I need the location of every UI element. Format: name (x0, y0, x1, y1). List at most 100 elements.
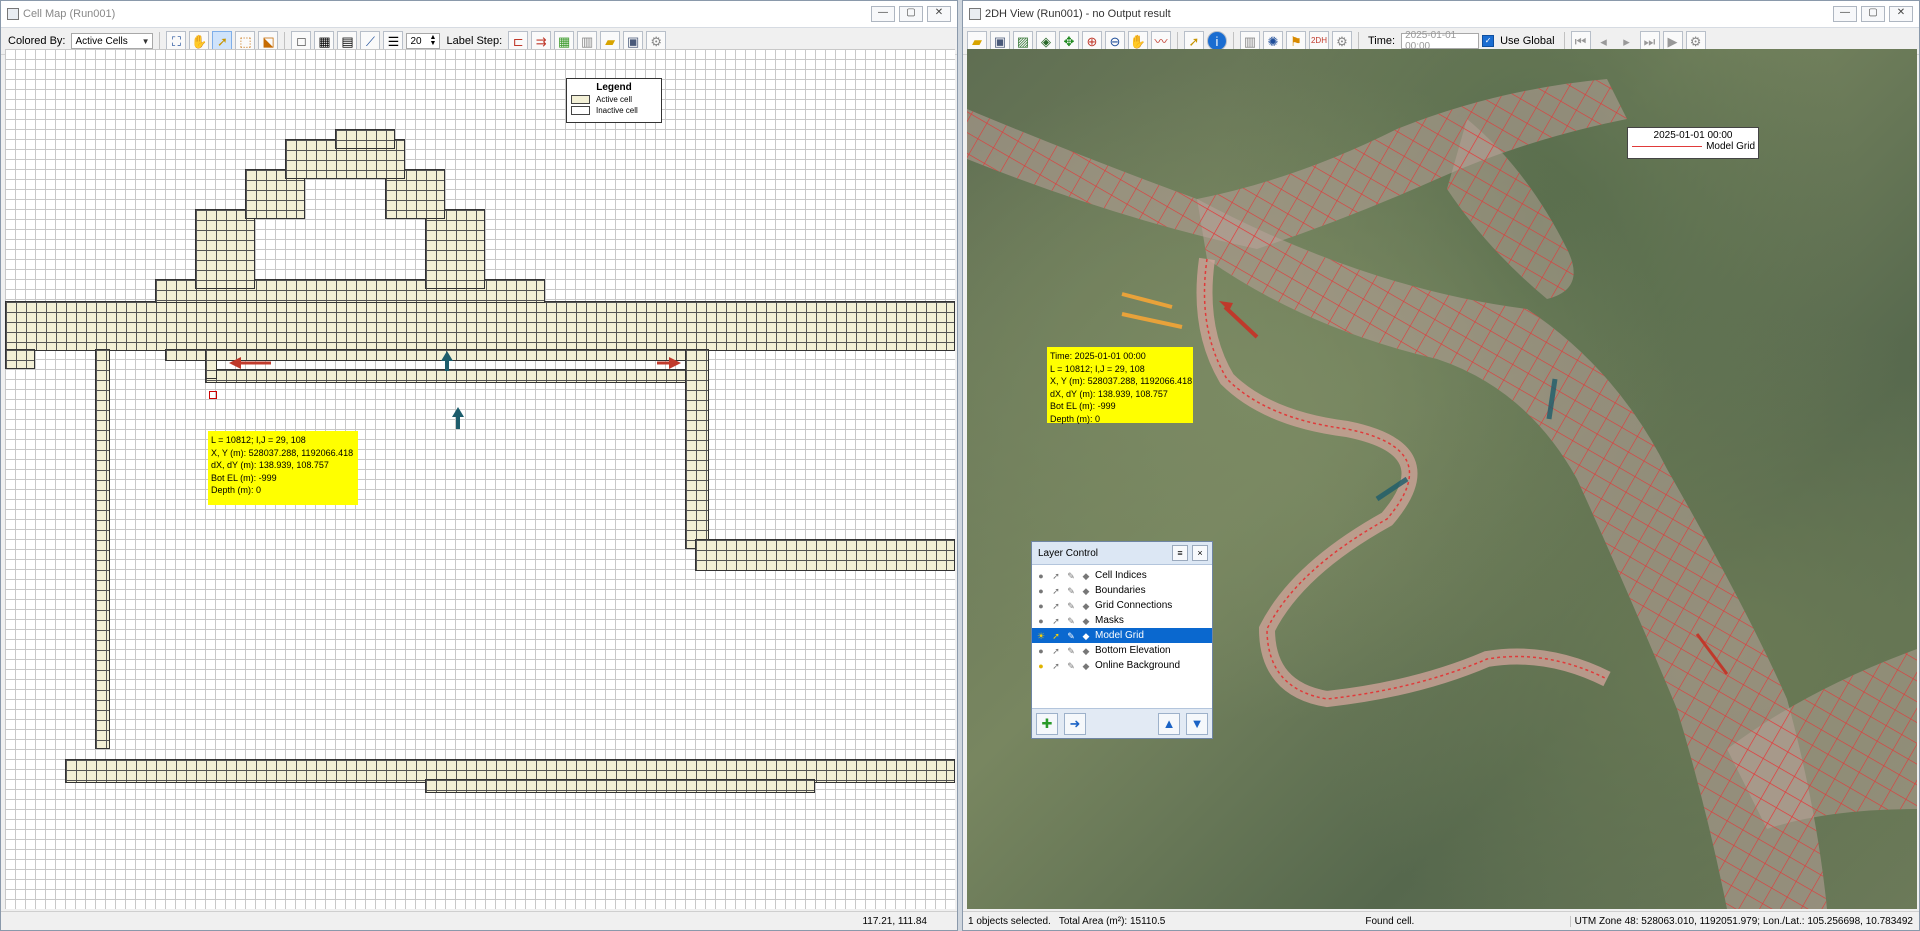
select-region-icon[interactable]: ⬕ (258, 31, 279, 51)
save-icon[interactable]: ▣ (623, 31, 644, 51)
signpost-icon[interactable]: ⚑ (1286, 31, 1306, 51)
gear-icon[interactable]: ⚙ (1332, 31, 1352, 51)
zoom-extents-icon[interactable]: ✥ (1059, 31, 1079, 51)
import-layer-icon[interactable]: ➜ (1064, 712, 1086, 735)
open-folder-icon[interactable]: ▰ (967, 31, 987, 51)
bulb-on-icon[interactable]: ● (1035, 660, 1047, 672)
pan-hand-icon[interactable]: ✋ (1128, 31, 1148, 51)
play-icon[interactable]: ▶ (1662, 31, 1683, 51)
layer-item-online-background[interactable]: ● ➚ ✎ ◆ Online Background (1032, 658, 1212, 673)
bulb-icon[interactable]: ● (1035, 645, 1047, 657)
prev-frame-icon[interactable]: ◂ (1594, 31, 1614, 51)
pencil-icon[interactable]: ✎ (1065, 645, 1077, 657)
next-frame-icon[interactable]: ▸ (1617, 31, 1637, 51)
close-button[interactable]: ✕ (927, 6, 951, 22)
grid-color-icon[interactable]: ▦ (554, 31, 575, 51)
label-cells-icon[interactable]: ⊏ (508, 31, 529, 51)
label-step-spinner[interactable]: 20 ▲ ▼ (406, 33, 441, 49)
minimize-button[interactable]: — (871, 6, 895, 22)
layer-control-header[interactable]: Layer Control ≡ × (1032, 542, 1212, 565)
zoom-out-icon[interactable]: ⊖ (1105, 31, 1125, 51)
cell-map-titlebar[interactable]: Cell Map (Run001) — ▢ ✕ (1, 1, 957, 28)
pointer-icon[interactable]: ➚ (1050, 570, 1062, 582)
active-cell-region (425, 779, 815, 793)
bulb-icon[interactable]: ● (1035, 615, 1047, 627)
chart-icon[interactable]: ▥ (1240, 31, 1260, 51)
save-icon[interactable]: ▣ (990, 31, 1010, 51)
zoom-in-icon[interactable]: ⊕ (1082, 31, 1102, 51)
layer-item-grid-connections[interactable]: ● ➚ ✎ ◆ Grid Connections (1032, 598, 1212, 613)
pencil-icon[interactable]: ✎ (1065, 630, 1077, 642)
grid-lines-icon[interactable]: ▦ (314, 31, 335, 51)
info-line-depth: Depth (m): 0 (211, 485, 262, 495)
select-pointer-icon[interactable]: ➚ (1184, 31, 1204, 51)
layer-item-masks[interactable]: ● ➚ ✎ ◆ Masks (1032, 613, 1212, 628)
map-canvas[interactable]: 2025-01-01 00:00 Model Grid Time: 2025-0… (967, 49, 1917, 909)
map-legend-item: Model Grid (1628, 141, 1758, 152)
pan-hand-icon[interactable]: ✋ (189, 31, 210, 51)
legend-toggle-icon[interactable]: ▤ (337, 31, 358, 51)
layer-item-model-grid[interactable]: ☀ ➚ ✎ ◆ Model Grid (1032, 628, 1212, 643)
2dh-mode-icon[interactable]: 2DH (1309, 31, 1329, 51)
bulb-icon[interactable]: ● (1035, 585, 1047, 597)
pointer-icon[interactable]: ➚ (1050, 600, 1062, 612)
pencil-icon[interactable]: ✎ (1065, 600, 1077, 612)
animation-settings-icon[interactable]: ⚙ (1685, 31, 1706, 51)
tag-icon[interactable]: ◆ (1080, 630, 1092, 642)
cell-outline-icon[interactable]: □ (291, 31, 312, 51)
pointer-icon[interactable]: ➚ (1050, 660, 1062, 672)
move-layer-up-icon[interactable]: ▲ (1158, 712, 1180, 735)
minimize-button[interactable]: — (1833, 6, 1857, 22)
layer-item-bottom-elevation[interactable]: ● ➚ ✎ ◆ Bottom Elevation (1032, 643, 1212, 658)
tag-icon[interactable]: ◆ (1080, 660, 1092, 672)
select-pointer-icon[interactable]: ➚ (212, 31, 233, 51)
pencil-icon[interactable]: ✎ (1065, 585, 1077, 597)
layer-item-cell-indices[interactable]: ● ➚ ✎ ◆ Cell Indices (1032, 568, 1212, 583)
colored-by-dropdown[interactable]: Active Cells ▼ (71, 33, 154, 49)
pointer-icon[interactable]: ➚ (1050, 615, 1062, 627)
spinner-arrows-icon[interactable]: ▲ ▼ (430, 34, 437, 47)
label-connections-icon[interactable]: ⇉ (531, 31, 552, 51)
image-layer-icon[interactable]: ▨ (1013, 31, 1033, 51)
use-global-checkbox[interactable]: ✓ (1482, 35, 1495, 47)
close-button[interactable]: ✕ (1889, 6, 1913, 22)
cell-map-canvas[interactable]: Legend Active cell Inactive cell L = 108… (5, 49, 955, 909)
polyline-icon[interactable]: 〰 (1151, 31, 1171, 51)
layer-menu-button[interactable]: ≡ (1172, 545, 1188, 561)
tag-icon[interactable]: ◆ (1080, 600, 1092, 612)
connector-icon[interactable]: ⟋ (360, 31, 381, 51)
layers-icon[interactable]: ◈ (1036, 31, 1056, 51)
zoom-extents-icon[interactable]: ⛶ (166, 31, 187, 51)
gear-icon[interactable]: ⚙ (646, 31, 667, 51)
pencil-icon[interactable]: ✎ (1065, 615, 1077, 627)
first-frame-icon[interactable]: ⏮ (1570, 31, 1591, 51)
info-line-dxdy: dX, dY (m): 138.939, 108.757 (1050, 388, 1168, 399)
tag-icon[interactable]: ◆ (1080, 585, 1092, 597)
select-box-icon[interactable]: ⬚ (235, 31, 256, 51)
add-layer-icon[interactable]: ✚ (1036, 712, 1058, 735)
compass-icon[interactable]: ✺ (1263, 31, 1283, 51)
time-input[interactable]: 2025-01-01 00:00 (1401, 30, 1480, 52)
layer-close-button[interactable]: × (1192, 545, 1208, 561)
move-layer-down-icon[interactable]: ▼ (1186, 712, 1208, 735)
bulb-icon[interactable]: ● (1035, 570, 1047, 582)
layer-item-boundaries[interactable]: ● ➚ ✎ ◆ Boundaries (1032, 583, 1212, 598)
tag-icon[interactable]: ◆ (1080, 645, 1092, 657)
maximize-button[interactable]: ▢ (1861, 6, 1885, 22)
last-frame-icon[interactable]: ⏭ (1639, 31, 1660, 51)
pointer-icon[interactable]: ➚ (1050, 645, 1062, 657)
open-folder-icon[interactable]: ▰ (600, 31, 621, 51)
bulb-icon[interactable]: ● (1035, 600, 1047, 612)
pointer-icon[interactable]: ➚ (1050, 585, 1062, 597)
bulb-on-icon[interactable]: ☀ (1035, 630, 1047, 642)
pointer-icon[interactable]: ➚ (1050, 630, 1062, 642)
maximize-button[interactable]: ▢ (899, 6, 923, 22)
2dh-view-titlebar[interactable]: 2DH View (Run001) - no Output result — ▢… (963, 1, 1919, 28)
info-icon[interactable]: i (1207, 31, 1227, 51)
list-icon[interactable]: ☰ (383, 31, 404, 51)
chart-icon[interactable]: ▥ (577, 31, 598, 51)
tag-icon[interactable]: ◆ (1080, 615, 1092, 627)
pencil-icon[interactable]: ✎ (1065, 570, 1077, 582)
tag-icon[interactable]: ◆ (1080, 570, 1092, 582)
pencil-icon[interactable]: ✎ (1065, 660, 1077, 672)
